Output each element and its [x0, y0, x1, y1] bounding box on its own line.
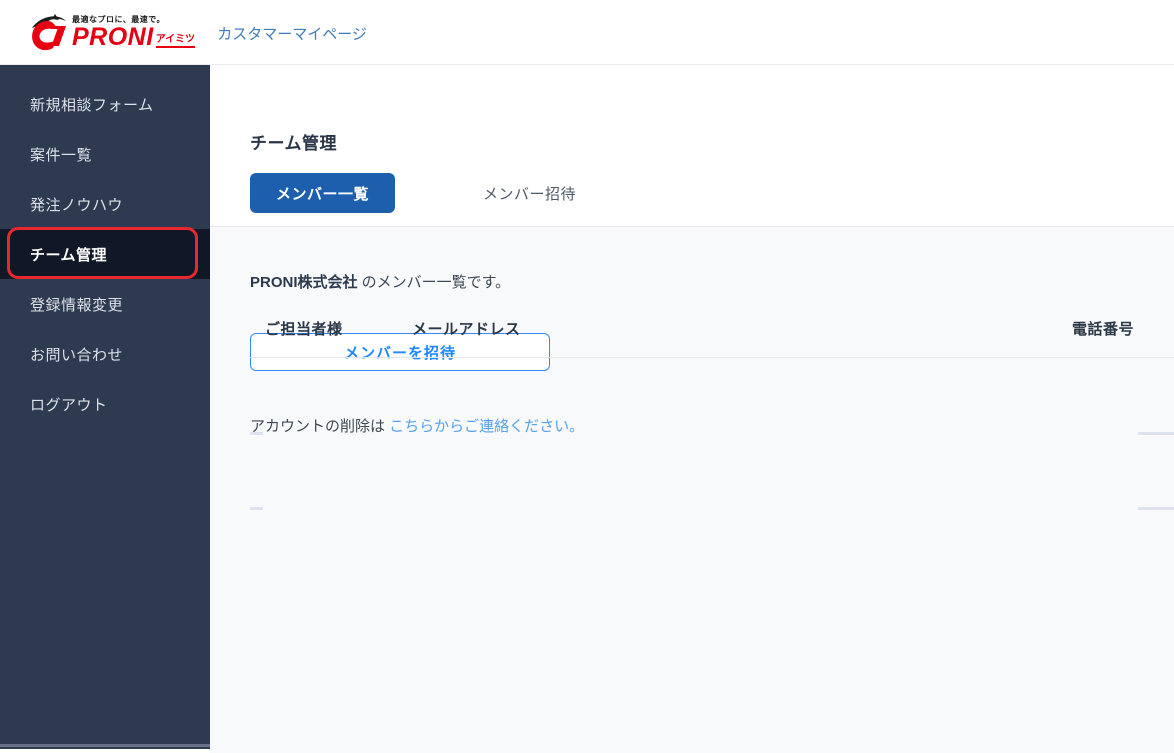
empty-cell-placeholder	[1138, 507, 1174, 510]
invite-member-button-label: メンバーを招待	[343, 344, 456, 362]
empty-cell-placeholder	[1138, 432, 1174, 435]
sidebar-item-label: 新規相談フォーム	[30, 96, 154, 114]
empty-cell-placeholder	[250, 432, 263, 435]
top-header: 最適なプロに、最速で。 PRONI アイミツ カスタマーマイページ	[0, 0, 1174, 65]
sidebar-bottom-edge	[0, 744, 210, 747]
sidebar-item-label: 発注ノウハウ	[30, 196, 124, 214]
proni-logo-icon	[32, 14, 66, 51]
account-delete-prefix: アカウントの削除は	[250, 418, 390, 435]
page-title: チーム管理	[250, 134, 337, 153]
sidebar-item-project-list[interactable]: 案件一覧	[0, 129, 210, 179]
account-delete-note: アカウントの削除は こちらからご連絡ください。	[250, 415, 584, 436]
sidebar-nav: 新規相談フォーム 案件一覧 発注ノウハウ チーム管理 登録情報変更 お問い合わせ…	[0, 65, 210, 429]
column-header-phone: 電話番号	[1072, 321, 1135, 338]
tab-label: メンバー一覧	[275, 185, 369, 203]
sidebar-item-label: お問い合わせ	[30, 346, 124, 364]
logo-text: 最適なプロに、最速で。 PRONI アイミツ	[72, 15, 196, 51]
main-content: チーム管理 メンバー一覧 メンバー招待 PRONI株式会社 のメンバー一覧です。…	[210, 65, 1174, 753]
column-header-email: メールアドレス	[412, 321, 521, 338]
table-header-divider	[250, 357, 1174, 358]
logo[interactable]: 最適なプロに、最速で。 PRONI アイミツ	[28, 11, 196, 53]
tab-member-invite[interactable]: メンバー招待	[457, 173, 602, 213]
logo-brand-subtext: アイミツ	[155, 35, 196, 49]
account-delete-link[interactable]: こちらからご連絡ください。	[389, 418, 584, 435]
sidebar-item-team-management[interactable]: チーム管理	[0, 229, 210, 279]
sidebar: 新規相談フォーム 案件一覧 発注ノウハウ チーム管理 登録情報変更 お問い合わせ…	[0, 65, 210, 749]
company-caption-suffix: のメンバー一覧です。	[357, 274, 511, 291]
empty-cell-placeholder	[250, 507, 263, 510]
sidebar-item-ordering-knowhow[interactable]: 発注ノウハウ	[0, 179, 210, 229]
sidebar-item-logout[interactable]: ログアウト	[0, 379, 210, 429]
tab-member-list[interactable]: メンバー一覧	[250, 173, 395, 213]
page-label: カスタマーマイページ	[217, 25, 367, 43]
sidebar-item-label: チーム管理	[30, 246, 108, 264]
sidebar-item-label: 案件一覧	[30, 146, 93, 164]
sidebar-item-contact[interactable]: お問い合わせ	[0, 329, 210, 379]
tab-label: メンバー招待	[482, 185, 576, 203]
company-member-list-caption: PRONI株式会社 のメンバー一覧です。	[250, 271, 510, 292]
column-header-contact-person: ご担当者様	[265, 321, 343, 338]
sidebar-item-registration-info[interactable]: 登録情報変更	[0, 279, 210, 329]
sidebar-item-new-consultation-form[interactable]: 新規相談フォーム	[0, 79, 210, 129]
sidebar-item-label: 登録情報変更	[30, 296, 124, 314]
page-header-section: チーム管理 メンバー一覧 メンバー招待	[210, 65, 1174, 227]
logo-brand-text: PRONI	[72, 22, 154, 51]
sidebar-item-label: ログアウト	[30, 396, 108, 414]
company-name: PRONI株式会社	[250, 274, 358, 291]
tab-bar: メンバー一覧 メンバー招待	[250, 173, 602, 213]
